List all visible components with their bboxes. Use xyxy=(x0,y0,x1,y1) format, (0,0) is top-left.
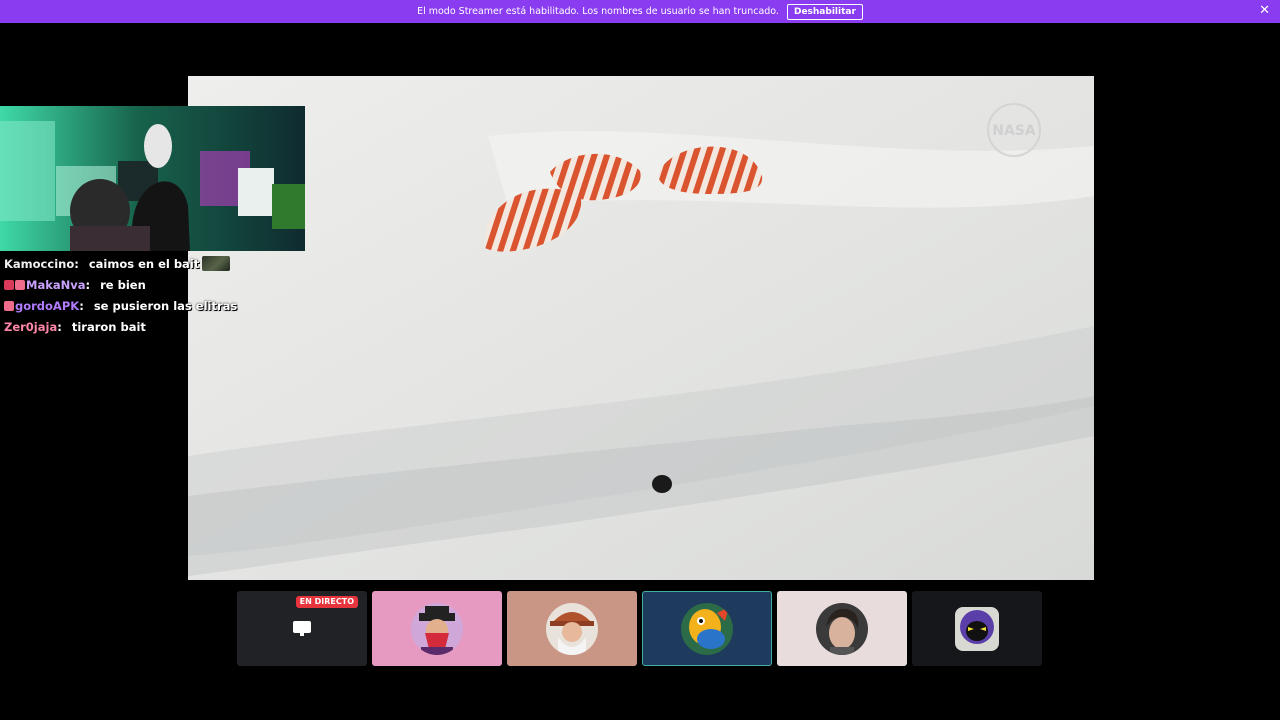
capsule xyxy=(652,475,672,493)
live-badge: EN DIRECTO xyxy=(295,596,358,608)
tile-screen-share[interactable]: EN DIRECTO xyxy=(237,591,367,666)
chat-username: MakaNva xyxy=(26,278,86,292)
chat-line: Zer0jaja: tiraron bait xyxy=(4,317,304,338)
chat-message: se pusieron las elitras xyxy=(93,299,238,313)
tile-participant[interactable] xyxy=(507,591,637,666)
avatar-person-icon xyxy=(816,602,868,655)
chat-line: MakaNva: re bien xyxy=(4,275,304,296)
chat-message: tiraron bait xyxy=(71,320,146,334)
avatar-helmet-icon xyxy=(951,602,1003,655)
chat-username: Zer0jaja xyxy=(4,320,58,334)
emote-icon xyxy=(202,256,231,271)
close-icon[interactable]: ✕ xyxy=(1259,4,1270,18)
screen-share-icon xyxy=(293,620,311,636)
avatar xyxy=(546,602,598,655)
chat-separator: : xyxy=(74,257,79,271)
stream-video[interactable]: NASA xyxy=(188,76,1094,580)
avatar-cartoon-fish-icon xyxy=(681,602,733,655)
chat-username: gordoAPK xyxy=(15,299,80,313)
chat-message: caimos en el bait xyxy=(88,257,200,271)
avatar xyxy=(951,602,1003,655)
streamer-mode-banner: El modo Streamer está habilitado. Los no… xyxy=(0,0,1280,23)
video-frame: NASA xyxy=(188,76,1094,580)
tile-participant[interactable] xyxy=(642,591,772,666)
chat-line: gordoAPK: se pusieron las elitras xyxy=(4,296,304,317)
webcam-overlay xyxy=(0,106,305,251)
chat-separator: : xyxy=(57,320,62,334)
chat-username: Kamoccino xyxy=(4,257,75,271)
avatar-bandit-icon xyxy=(411,602,463,655)
chat-message: re bien xyxy=(100,278,146,292)
chat-separator: : xyxy=(85,278,91,292)
avatar xyxy=(681,602,733,655)
chat-overlay: Kamoccino: caimos en el bait MakaNva: re… xyxy=(4,254,304,338)
avatar xyxy=(816,602,868,655)
disable-streamer-mode-button[interactable]: Deshabilitar xyxy=(786,3,863,20)
badge-icon xyxy=(4,280,14,290)
tile-participant[interactable] xyxy=(777,591,907,666)
avatar-old-man-icon xyxy=(546,602,598,655)
chat-separator: : xyxy=(79,299,84,313)
nasa-watermark: NASA xyxy=(992,123,1036,139)
avatar xyxy=(411,602,463,655)
webcam-feed xyxy=(0,106,305,251)
banner-message: El modo Streamer está habilitado. Los no… xyxy=(417,6,779,17)
tile-participant[interactable] xyxy=(912,591,1042,666)
chat-line: Kamoccino: caimos en el bait xyxy=(4,254,304,275)
participant-tiles: EN DIRECTO xyxy=(237,591,1042,666)
heart-badge-icon xyxy=(4,301,14,311)
tile-participant[interactable] xyxy=(372,591,502,666)
heart-badge-icon xyxy=(15,280,25,290)
